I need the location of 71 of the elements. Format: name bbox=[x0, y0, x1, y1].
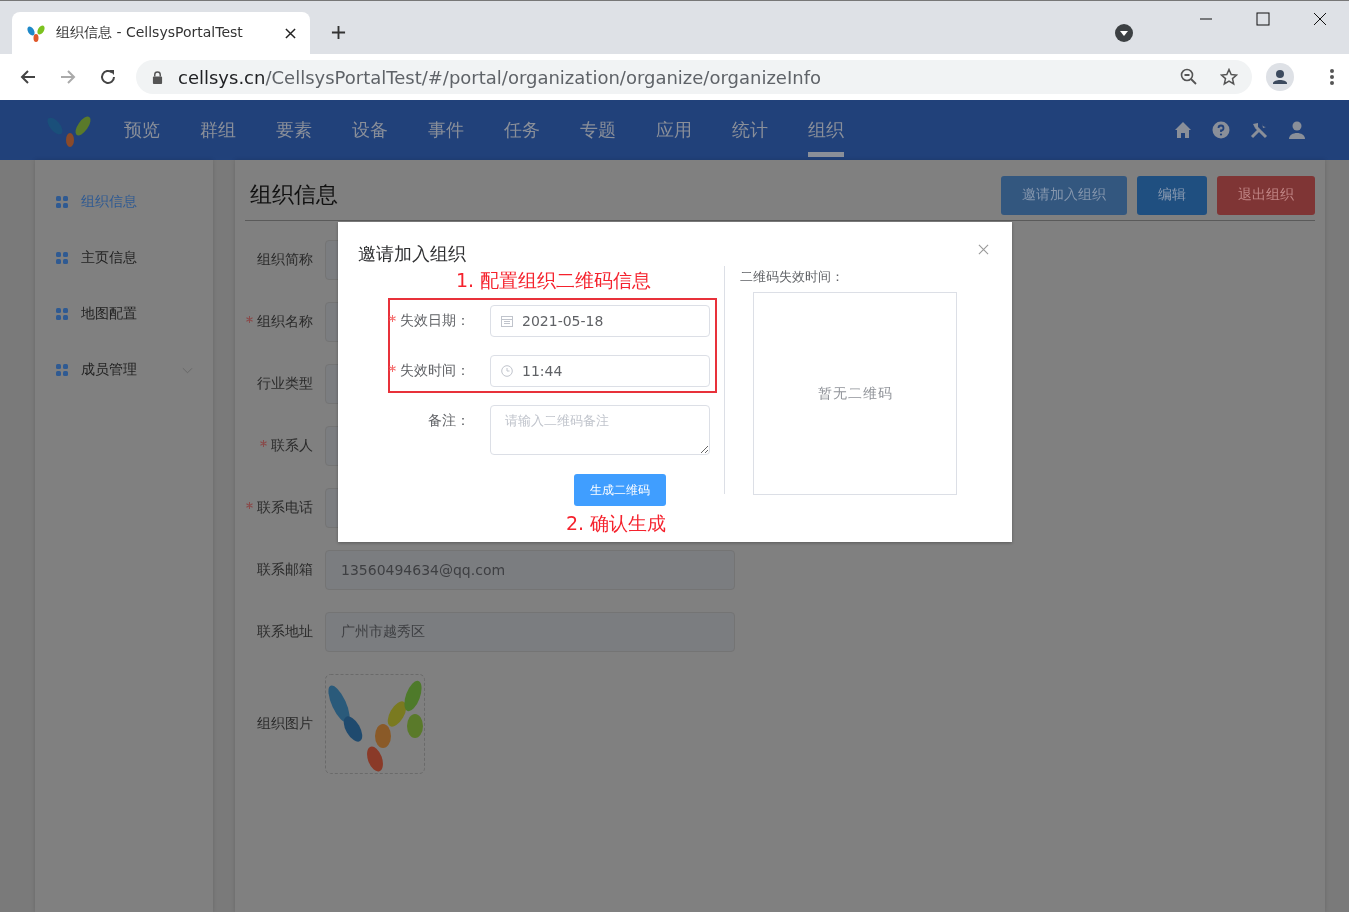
sidebar-item[interactable]: 地图配置 bbox=[35, 286, 213, 342]
date-field[interactable]: 2021-05-18 bbox=[490, 305, 710, 337]
profile-icon[interactable] bbox=[1266, 63, 1294, 91]
nav-item[interactable]: 群组 bbox=[200, 100, 276, 160]
sidebar-item[interactable]: 成员管理 bbox=[35, 342, 213, 398]
back-icon[interactable] bbox=[19, 68, 37, 86]
user-icon[interactable] bbox=[1288, 121, 1306, 139]
grid-icon bbox=[56, 308, 68, 320]
required-icon bbox=[246, 502, 253, 509]
field-label: 联系地址 bbox=[257, 623, 313, 641]
dialog-title: 邀请加入组织 bbox=[358, 242, 467, 266]
sidebar-item[interactable]: 主页信息 bbox=[35, 230, 213, 286]
browser-tab[interactable]: 组织信息 - CellsysPortalTest bbox=[12, 12, 310, 54]
required-icon bbox=[260, 440, 267, 447]
field-label: 联系人 bbox=[271, 437, 313, 455]
field-label: 联系邮箱 bbox=[257, 561, 313, 579]
address-bar[interactable]: cellsys.cn/CellsysPortalTest/#/portal/organization/organize/organizeInfo bbox=[136, 60, 1252, 94]
nav-item[interactable]: 统计 bbox=[732, 100, 808, 160]
calendar-icon bbox=[501, 315, 513, 327]
input-field[interactable]: 广州市越秀区 bbox=[325, 612, 735, 652]
field-label: 组织简称 bbox=[257, 251, 313, 269]
action-button[interactable]: 退出组织 bbox=[1217, 175, 1315, 215]
close-icon[interactable] bbox=[1313, 12, 1327, 26]
nav-item[interactable]: 任务 bbox=[504, 100, 580, 160]
url-text: cellsys.cn/CellsysPortalTest/#/portal/organization/organize/organizeInfo bbox=[178, 66, 821, 88]
note-field[interactable]: 请输入二维码备注 bbox=[490, 405, 710, 455]
generate-button[interactable]: 生成二维码 bbox=[574, 474, 666, 506]
empty-text: 暂无二维码 bbox=[817, 384, 893, 403]
grid-icon bbox=[56, 252, 68, 264]
annotation-text: 2. 确认生成 bbox=[566, 511, 668, 535]
field-label: 备注： bbox=[428, 412, 470, 430]
sidebar-item[interactable]: 组织信息 bbox=[35, 174, 213, 230]
grid-icon bbox=[56, 364, 68, 376]
star-icon[interactable] bbox=[1220, 68, 1238, 86]
nav-item[interactable]: 预览 bbox=[124, 100, 200, 160]
nav-item[interactable]: 要素 bbox=[276, 100, 352, 160]
field-label: 组织图片 bbox=[257, 715, 313, 733]
field-label: 失效日期： bbox=[400, 312, 470, 330]
zoom-out-icon[interactable] bbox=[1180, 68, 1198, 86]
nav-item[interactable]: 事件 bbox=[428, 100, 504, 160]
clock-icon bbox=[501, 365, 513, 377]
nav-item[interactable]: 设备 bbox=[352, 100, 428, 160]
grid-icon bbox=[56, 196, 68, 208]
required-icon bbox=[246, 316, 253, 323]
required-icon bbox=[389, 315, 396, 322]
nav-item[interactable]: 专题 bbox=[580, 100, 656, 160]
reload-icon[interactable] bbox=[99, 68, 117, 86]
field-label: 组织名称 bbox=[257, 313, 313, 331]
lock-icon bbox=[152, 70, 163, 84]
page-title: 组织信息 bbox=[250, 181, 338, 209]
tab-title: 组织信息 - CellsysPortalTest bbox=[56, 24, 244, 42]
time-field[interactable]: 11:44 bbox=[490, 355, 710, 387]
maximize-icon[interactable] bbox=[1256, 12, 1270, 26]
field-label: 失效时间： bbox=[400, 362, 470, 380]
help-icon[interactable] bbox=[1212, 121, 1230, 139]
annotation-text: 1. 配置组织二维码信息 bbox=[456, 268, 653, 292]
dropdown-icon[interactable] bbox=[1115, 24, 1133, 42]
nav-item[interactable]: 应用 bbox=[656, 100, 732, 160]
action-button[interactable]: 编辑 bbox=[1137, 175, 1207, 215]
input-field[interactable]: 13560494634@qq.com bbox=[325, 550, 735, 590]
required-icon bbox=[389, 365, 396, 372]
qr-expiry-label: 二维码失效时间： bbox=[740, 268, 845, 286]
field-label: 行业类型 bbox=[257, 375, 313, 393]
plus-icon[interactable] bbox=[331, 25, 346, 40]
tools-icon[interactable] bbox=[1250, 121, 1268, 139]
close-icon[interactable] bbox=[285, 27, 296, 39]
menu-icon[interactable] bbox=[1330, 68, 1334, 86]
action-button[interactable]: 邀请加入组织 bbox=[1001, 175, 1127, 215]
logo-icon bbox=[26, 23, 46, 43]
field-label: 联系电话 bbox=[257, 499, 313, 517]
home-icon[interactable] bbox=[1174, 121, 1192, 139]
